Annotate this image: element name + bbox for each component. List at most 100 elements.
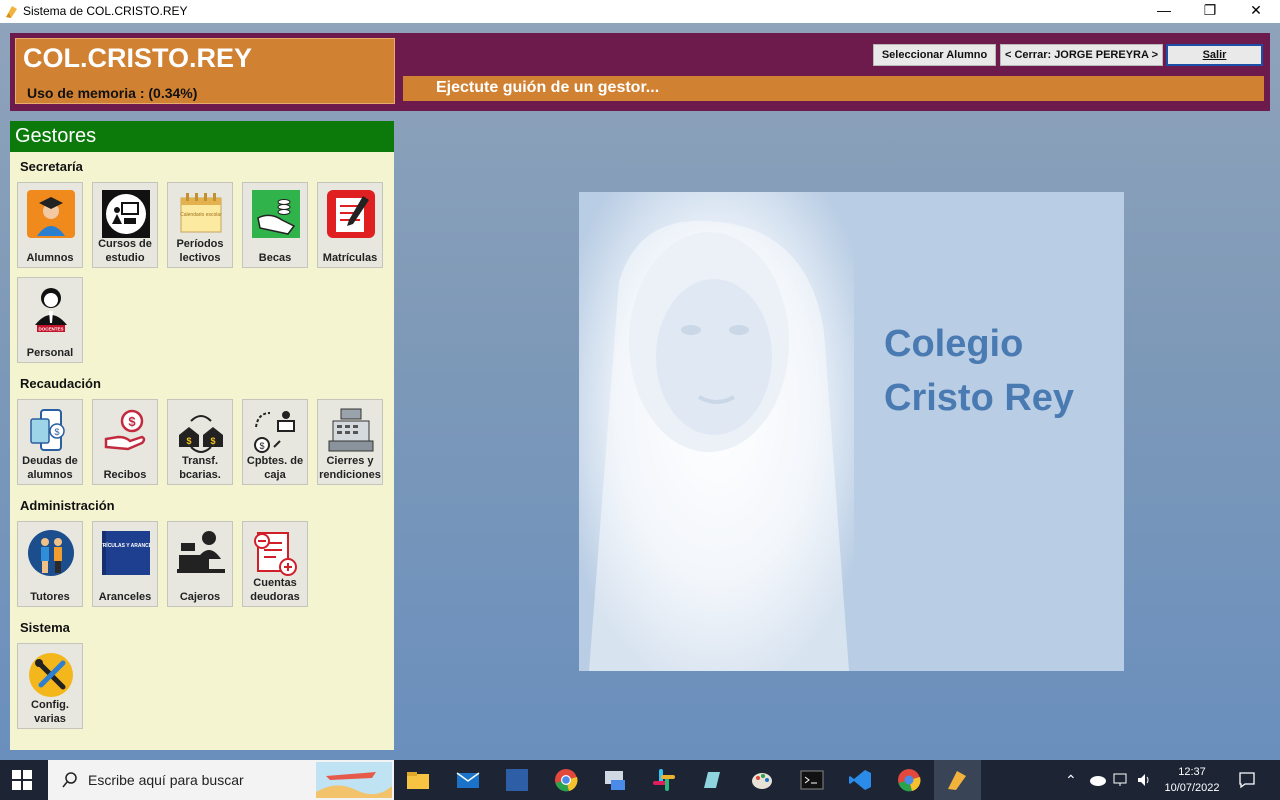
tile-label: Recibos: [103, 469, 147, 481]
tile-label: Aranceles: [98, 591, 152, 603]
active-app-highlight[interactable]: [934, 760, 981, 800]
clock-time: 12:37: [1178, 766, 1206, 778]
tile-label: Tutores: [30, 591, 70, 603]
cashier-icon: [177, 531, 225, 573]
enrollment-icon: [327, 190, 375, 238]
file-explorer-icon[interactable]: [406, 768, 430, 792]
slack-icon[interactable]: [652, 768, 676, 792]
docentes-icon-text: DOCENTES: [38, 327, 63, 332]
panel-header: Gestores: [10, 121, 394, 152]
school-app-icon: [948, 771, 966, 790]
tile-label: Transf. bcarias.: [179, 455, 221, 481]
section-administracion: Administración: [20, 498, 115, 513]
status-message: Ejectute guión de un gestor...: [436, 79, 660, 96]
search-icon: [62, 772, 77, 788]
tile-matriculas[interactable]: Matrículas: [317, 182, 383, 268]
tray-chevron-icon[interactable]: ⌃: [1065, 772, 1077, 789]
tile-aranceles[interactable]: MATRÍCULAS Y ARANCELES Aranceles: [92, 521, 158, 607]
brand-title: COL.CRISTO.REY: [23, 43, 253, 73]
brand-box: COL.CRISTO.REY Uso de memoria : (0.34%): [15, 38, 395, 104]
tile-comprobantes[interactable]: $ Cpbtes. de caja: [242, 399, 308, 485]
debts-icon: $: [30, 409, 65, 451]
debtor-accounts-icon: [254, 532, 297, 576]
staff-icon: DOCENTES: [35, 288, 67, 332]
svg-text:$: $: [128, 414, 136, 429]
founder-portrait: [579, 192, 854, 671]
app-teal-icon[interactable]: [700, 768, 724, 792]
tile-label: Cuentas deudoras: [250, 577, 300, 603]
tile-label: Cajeros: [179, 591, 221, 603]
scholarship-icon: [252, 190, 300, 238]
search-placeholder: Escribe aquí para buscar: [88, 772, 244, 788]
cash-vouchers-icon: $: [254, 411, 295, 453]
tile-label: Becas: [258, 252, 292, 264]
tile-periodos[interactable]: Calendario escolar Períodos lectivos: [167, 182, 233, 268]
tile-config[interactable]: Config. varias: [17, 643, 83, 729]
maximize-button[interactable]: ❐: [1187, 0, 1233, 23]
chrome-icon[interactable]: [554, 768, 578, 792]
calendar-icon: Calendario escolar: [180, 193, 222, 233]
app-blue-icon[interactable]: [505, 768, 529, 792]
svg-text:$: $: [54, 427, 59, 437]
header-bar: COL.CRISTO.REY Uso de memoria : (0.34%) …: [10, 33, 1270, 111]
section-recaudacion: Recaudación: [20, 376, 101, 391]
section-sistema: Sistema: [20, 620, 70, 635]
tile-recibos[interactable]: $ Recibos: [92, 399, 158, 485]
network-icon[interactable]: [1113, 772, 1129, 788]
calendar-icon-text: Calendario escolar: [180, 212, 222, 218]
window-titlebar: Sistema de COL.CRISTO.REY — ❐ ✕: [0, 0, 1280, 23]
receipt-money-icon: $: [104, 409, 146, 451]
school-name: Colegio Cristo Rey: [884, 317, 1074, 425]
remote-desktop-icon[interactable]: [603, 768, 627, 792]
paint-icon[interactable]: [750, 768, 774, 792]
minimize-button[interactable]: —: [1141, 0, 1187, 23]
tile-alumnos[interactable]: Alumnos: [17, 182, 83, 268]
tile-label: Cierres y rendiciones: [319, 455, 381, 481]
volume-icon[interactable]: [1136, 772, 1152, 788]
window-title: Sistema de COL.CRISTO.REY: [23, 4, 188, 18]
tile-cajeros[interactable]: Cajeros: [167, 521, 233, 607]
tile-label: Deudas de alumnos: [22, 455, 78, 481]
svg-text:$: $: [210, 436, 215, 446]
aranceles-icon-text: MATRÍCULAS Y ARANCELES: [102, 541, 150, 549]
school-name-line1: Colegio: [884, 323, 1024, 365]
tile-label: Cpbtes. de caja: [246, 455, 304, 481]
windows-start-icon[interactable]: [12, 770, 32, 790]
taskbar-search[interactable]: Escribe aquí para buscar: [48, 760, 394, 800]
close-button[interactable]: ✕: [1233, 0, 1279, 23]
exit-button[interactable]: Salir: [1166, 44, 1263, 66]
tile-cursos[interactable]: Cursos de estudio: [92, 182, 158, 268]
terminal-icon[interactable]: [800, 768, 824, 792]
select-student-button[interactable]: Seleccionar Alumno: [873, 44, 996, 66]
tools-icon: [29, 653, 73, 697]
tile-label: Alumnos: [26, 252, 74, 264]
managers-panel: Gestores Secretaría Alumnos Cursos de es…: [10, 121, 394, 750]
fees-book-icon: MATRÍCULAS Y ARANCELES: [102, 531, 150, 575]
clock-date: 10/07/2022: [1164, 782, 1220, 794]
vscode-icon[interactable]: [848, 768, 872, 792]
tile-transferencias[interactable]: $ $ Transf. bcarias.: [167, 399, 233, 485]
tile-label: Personal: [26, 347, 74, 359]
student-icon: [27, 190, 75, 238]
tile-label: Períodos lectivos: [176, 238, 224, 264]
tile-label: Config. varias: [31, 699, 69, 725]
notifications-icon[interactable]: [1238, 771, 1256, 789]
tutors-icon: [28, 530, 74, 576]
close-session-button[interactable]: < Cerrar: JORGE PEREYRA >: [1000, 44, 1163, 66]
svg-text:$: $: [186, 436, 191, 446]
mail-icon[interactable]: [456, 768, 480, 792]
app-main: COL.CRISTO.REY Uso de memoria : (0.34%) …: [0, 23, 1280, 760]
tile-cierres[interactable]: Cierres y rendiciones: [317, 399, 383, 485]
taskbar: Escribe aquí para buscar ⌃ 12:37 10/07/2…: [0, 760, 1280, 800]
svg-text:$: $: [259, 441, 264, 451]
bank-transfer-icon: $ $: [179, 415, 223, 453]
onedrive-icon[interactable]: [1088, 774, 1106, 786]
tile-tutores[interactable]: Tutores: [17, 521, 83, 607]
tile-personal[interactable]: DOCENTES Personal: [17, 277, 83, 363]
tile-cuentas-deudoras[interactable]: Cuentas deudoras: [242, 521, 308, 607]
chrome-profile-icon[interactable]: [897, 768, 921, 792]
tile-becas[interactable]: Becas: [242, 182, 308, 268]
tile-deudas[interactable]: $ Deudas de alumnos: [17, 399, 83, 485]
cash-register-icon: [328, 408, 374, 452]
taskbar-clock[interactable]: 12:37 10/07/2022: [1160, 764, 1224, 796]
